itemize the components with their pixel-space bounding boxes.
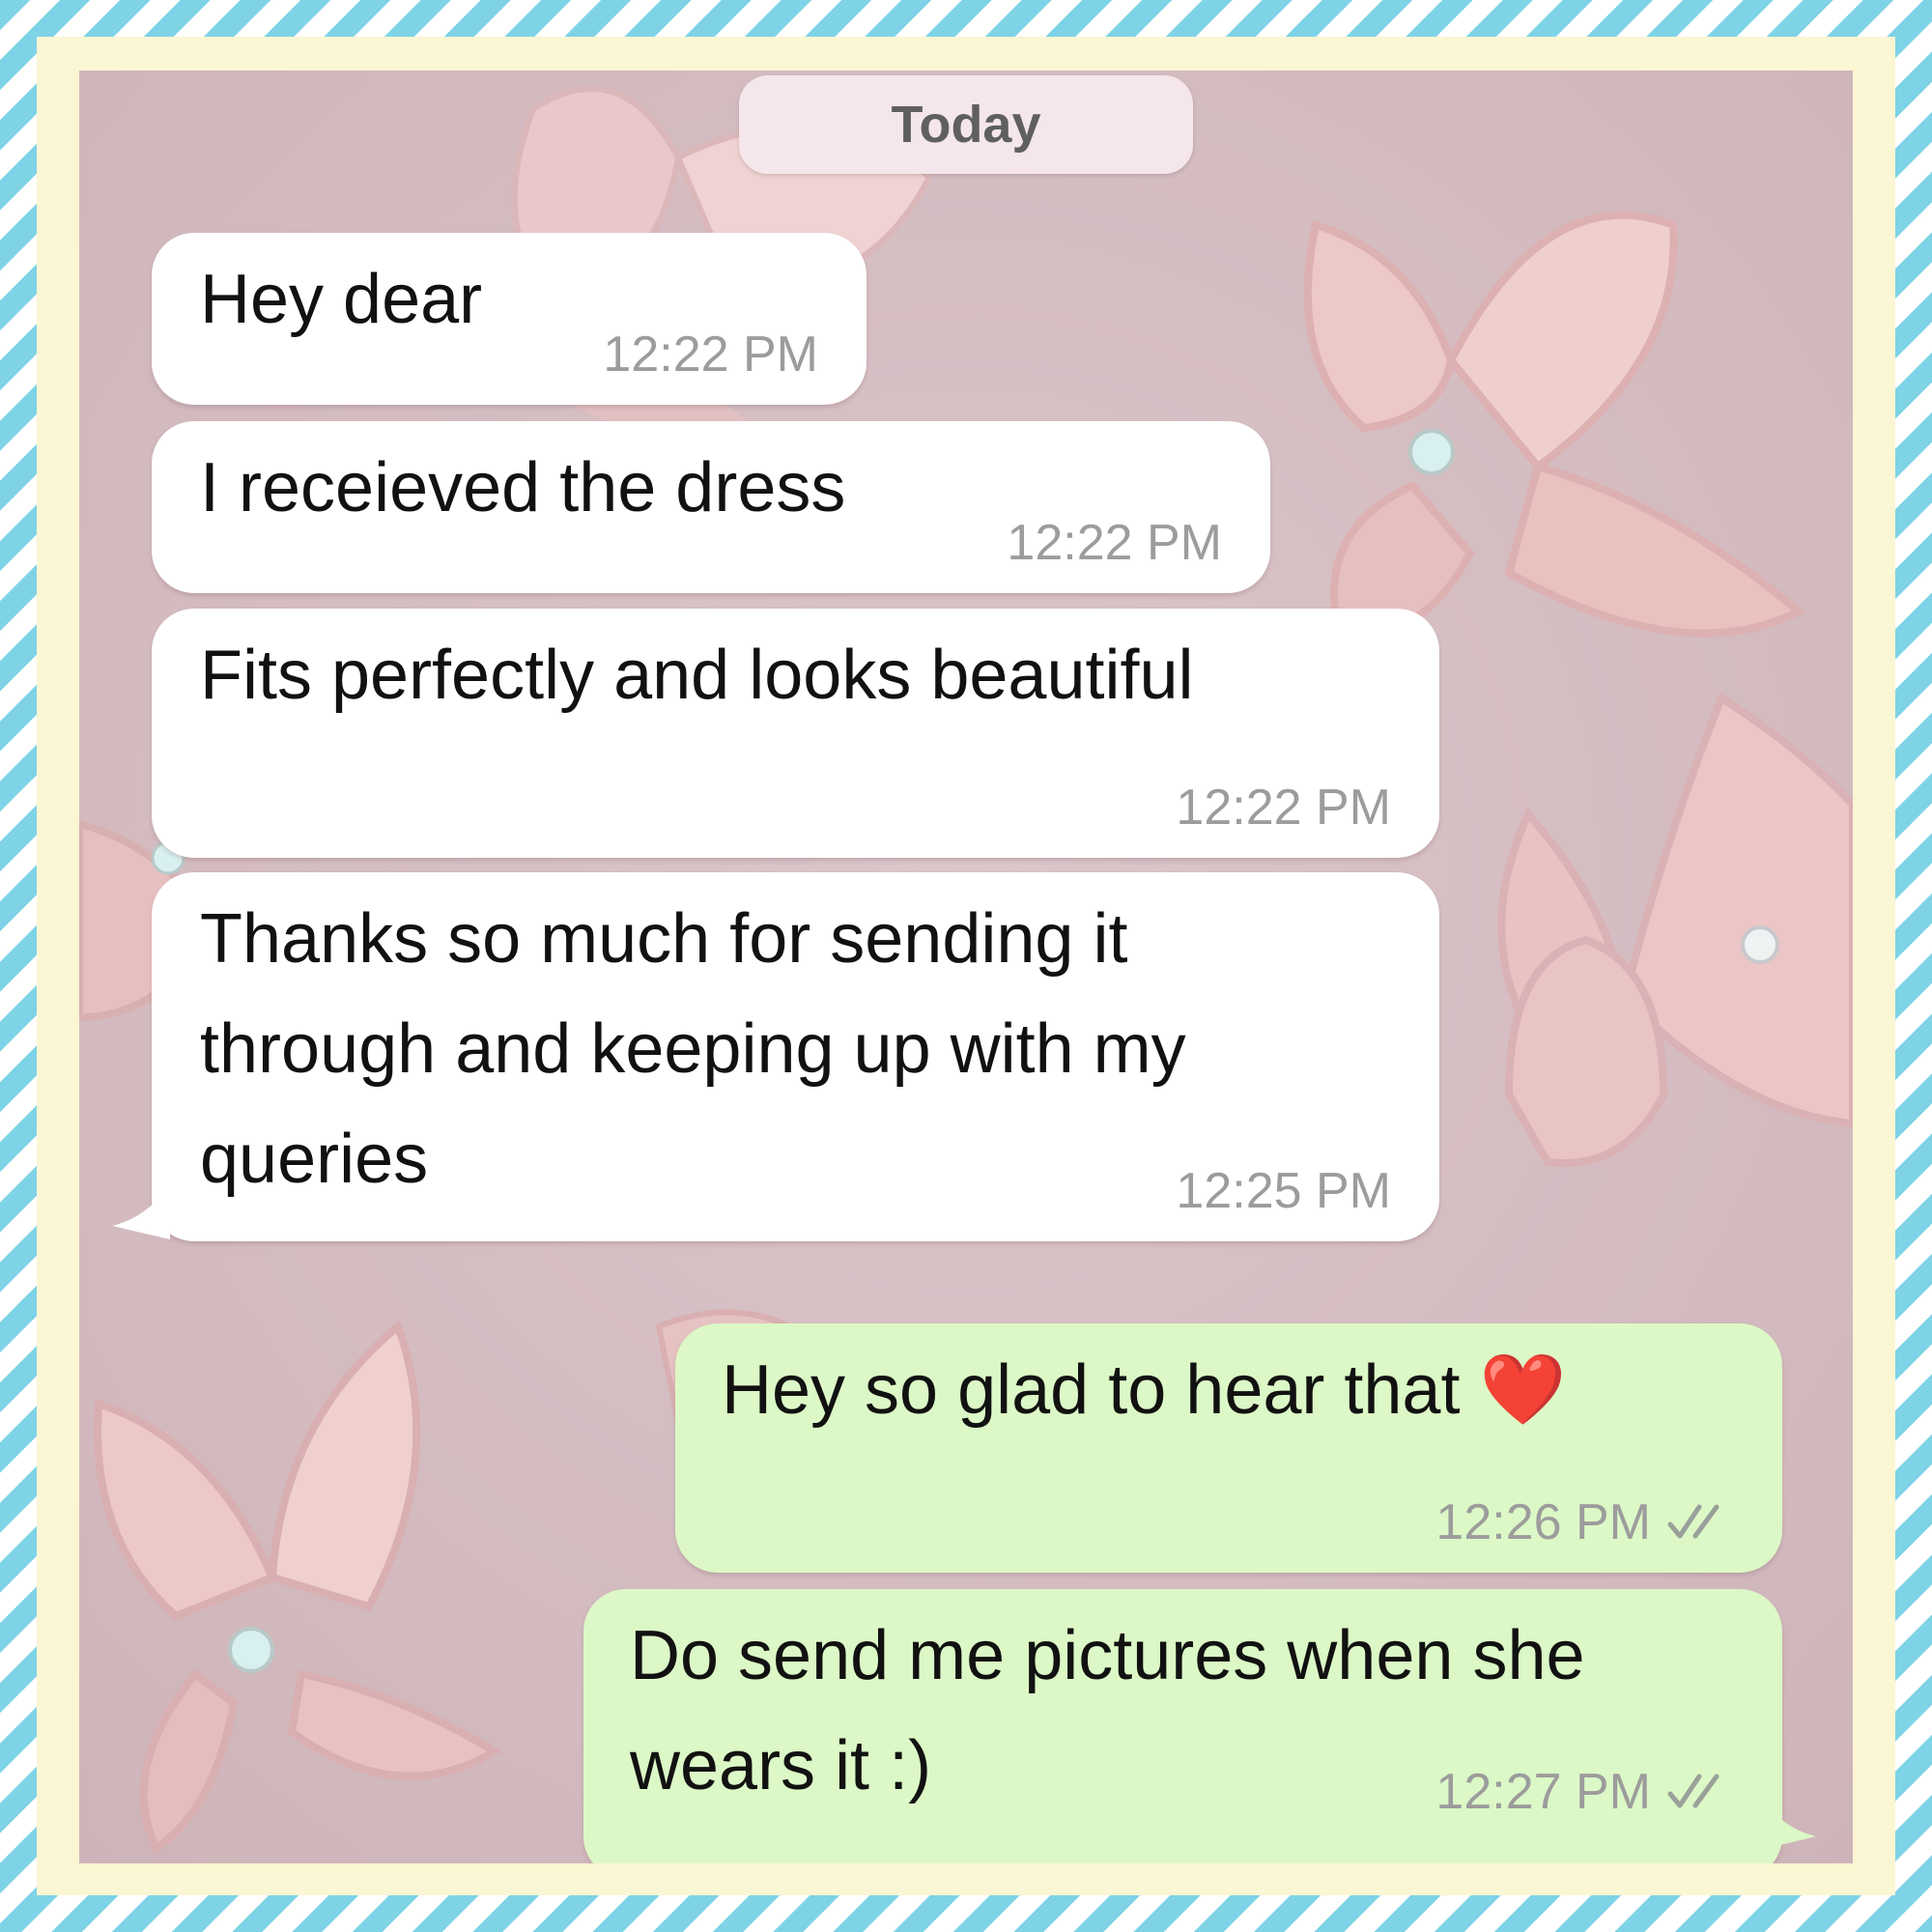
message-time: 12:22 PM bbox=[1176, 780, 1391, 836]
message-time: 12:27 PM bbox=[1435, 1764, 1651, 1820]
date-separator: Today bbox=[739, 75, 1193, 174]
message-time: 12:22 PM bbox=[603, 327, 818, 383]
message-meta: 12:22 PM bbox=[1007, 514, 1222, 572]
message-text: Hey so glad to hear that ❤️ bbox=[722, 1351, 1567, 1429]
message-meta: 12:26 PM bbox=[1435, 1493, 1734, 1551]
bubble-tail bbox=[112, 1181, 170, 1239]
message-bubble-incoming[interactable]: I receieved the dress 12:22 PM bbox=[152, 421, 1270, 593]
double-check-icon bbox=[1667, 1774, 1719, 1808]
message-time: 12:25 PM bbox=[1176, 1163, 1391, 1219]
message-meta: 12:22 PM bbox=[1176, 779, 1391, 837]
message-time: 12:26 PM bbox=[1435, 1494, 1651, 1550]
double-check-icon bbox=[1667, 1504, 1719, 1539]
message-text: I receieved the dress bbox=[200, 449, 846, 526]
message-text: Thanks so much for sending it through an… bbox=[200, 900, 1186, 1198]
message-meta: 12:22 PM bbox=[603, 326, 818, 384]
message-time: 12:22 PM bbox=[1007, 515, 1222, 571]
message-bubble-outgoing[interactable]: Do send me pictures when she wears it :)… bbox=[583, 1589, 1782, 1863]
message-meta: 12:27 PM bbox=[1435, 1763, 1734, 1821]
bubble-tail bbox=[1760, 1792, 1816, 1850]
message-text: Fits perfectly and looks beautiful bbox=[200, 637, 1194, 714]
message-meta: 12:25 PM bbox=[1176, 1162, 1391, 1220]
message-bubble-incoming[interactable]: Thanks so much for sending it through an… bbox=[152, 872, 1439, 1241]
message-bubble-incoming[interactable]: Fits perfectly and looks beautiful 12:22… bbox=[152, 609, 1439, 858]
message-bubble-outgoing[interactable]: Hey so glad to hear that ❤️ 12:26 PM bbox=[675, 1323, 1782, 1573]
message-bubble-incoming[interactable]: Hey dear 12:22 PM bbox=[152, 233, 867, 405]
message-text: Hey dear bbox=[200, 261, 483, 338]
chat-screen[interactable]: Today Hey dear 12:22 PM I receieved the … bbox=[79, 71, 1853, 1863]
